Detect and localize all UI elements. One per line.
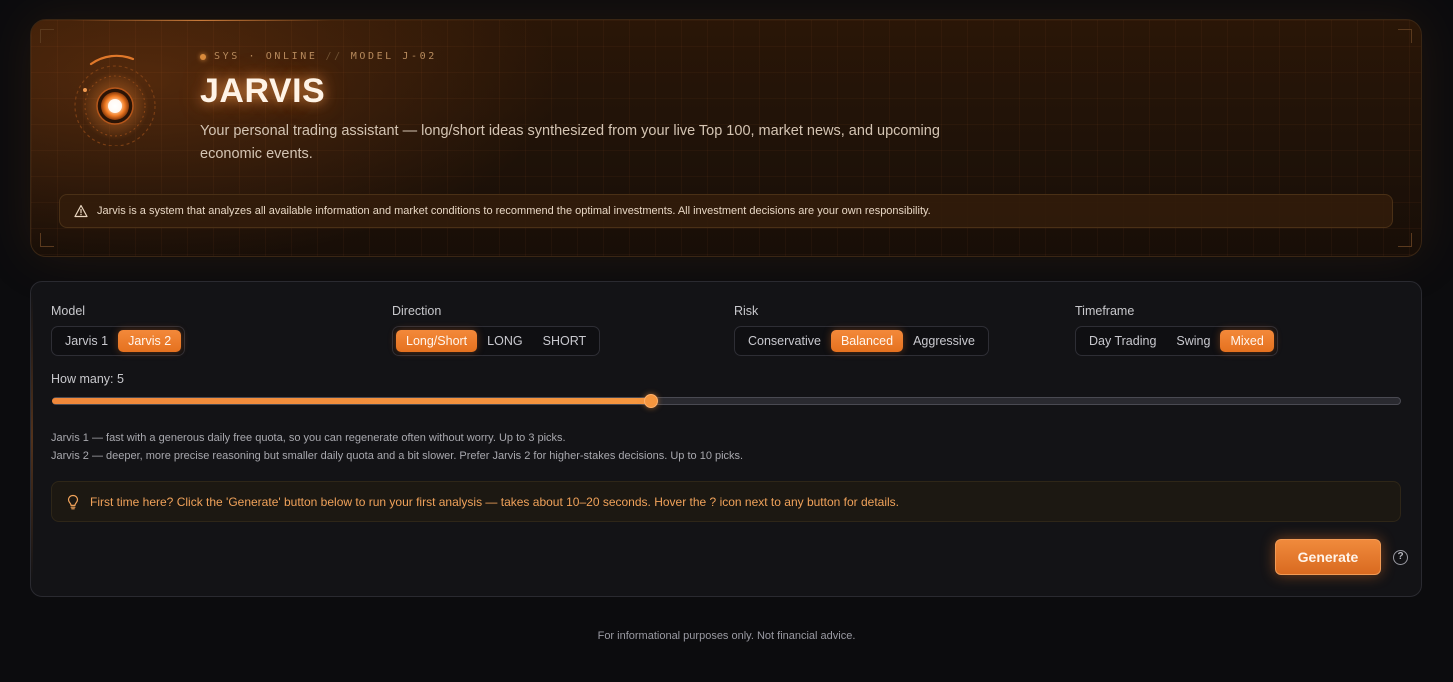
model-group: Model Jarvis 1 Jarvis 2 bbox=[51, 304, 186, 356]
timeframe-option-swing[interactable]: Swing bbox=[1166, 330, 1220, 352]
risk-option-aggressive[interactable]: Aggressive bbox=[903, 330, 985, 352]
page-title: JARVIS bbox=[200, 72, 326, 110]
timeframe-option-mixed[interactable]: Mixed bbox=[1220, 330, 1274, 352]
control-panel: Model Jarvis 1 Jarvis 2 Direction Long/S… bbox=[30, 281, 1422, 597]
slider-thumb[interactable] bbox=[644, 394, 659, 408]
risk-group: Risk Conservative Balanced Aggressive bbox=[734, 304, 989, 356]
risk-option-balanced[interactable]: Balanced bbox=[830, 330, 904, 352]
reactor-orb-icon bbox=[61, 50, 157, 146]
risk-selector: Conservative Balanced Aggressive bbox=[734, 326, 989, 356]
slider-fill bbox=[52, 398, 652, 404]
note-jarvis-2: Jarvis 2 — deeper, more precise reasonin… bbox=[51, 450, 744, 462]
direction-option-long-short[interactable]: Long/Short bbox=[396, 330, 478, 352]
direction-option-short[interactable]: SHORT bbox=[533, 330, 597, 352]
panel-edge-glow bbox=[31, 292, 33, 582]
model-label: Model bbox=[51, 304, 86, 318]
system-status: SYS · ONLINE bbox=[214, 51, 318, 62]
model-tag: MODEL J-02 bbox=[350, 51, 437, 62]
tip-text: First time here? Click the 'Generate' bu… bbox=[90, 494, 900, 509]
disclaimer-banner: Jarvis is a system that analyzes all ava… bbox=[59, 194, 1393, 228]
generate-button[interactable]: Generate bbox=[1275, 539, 1381, 575]
direction-option-long[interactable]: LONG bbox=[477, 330, 532, 352]
direction-group: Direction Long/Short LONG SHORT bbox=[392, 304, 601, 356]
corner-bracket-bottom-left bbox=[40, 233, 54, 247]
page: SYS · ONLINE // MODEL J-02 JARVIS Your p… bbox=[0, 0, 1453, 682]
hero-description: Your personal trading assistant — long/s… bbox=[200, 123, 940, 162]
disclaimer-text: Jarvis is a system that analyzes all ava… bbox=[97, 205, 931, 217]
corner-bracket-bottom-right bbox=[1398, 233, 1412, 247]
timeframe-selector: Day Trading Swing Mixed bbox=[1075, 326, 1278, 356]
help-icon[interactable]: ? bbox=[1393, 550, 1408, 565]
direction-label: Direction bbox=[392, 304, 442, 318]
corner-bracket-top-right bbox=[1398, 29, 1412, 43]
status-separator: // bbox=[325, 51, 343, 62]
footer-disclaimer: For informational purposes only. Not fin… bbox=[597, 630, 856, 642]
system-status-line: SYS · ONLINE // MODEL J-02 bbox=[200, 51, 437, 62]
risk-label: Risk bbox=[734, 304, 759, 318]
model-selector: Jarvis 1 Jarvis 2 bbox=[51, 326, 186, 356]
lightbulb-icon bbox=[67, 494, 79, 509]
model-option-jarvis-2[interactable]: Jarvis 2 bbox=[118, 330, 182, 352]
model-option-jarvis-1[interactable]: Jarvis 1 bbox=[55, 330, 118, 352]
risk-option-conservative[interactable]: Conservative bbox=[738, 330, 831, 352]
corner-bracket-top-left bbox=[40, 29, 54, 43]
timeframe-label: Timeframe bbox=[1075, 304, 1135, 318]
warning-triangle-icon bbox=[74, 204, 88, 218]
onboarding-tip: First time here? Click the 'Generate' bu… bbox=[51, 481, 1401, 522]
status-dot-icon bbox=[200, 53, 206, 60]
note-jarvis-1: Jarvis 1 — fast with a generous daily fr… bbox=[51, 432, 566, 444]
hero-top-highlight bbox=[71, 20, 331, 21]
direction-selector: Long/Short LONG SHORT bbox=[392, 326, 601, 356]
model-notes: Jarvis 1 — fast with a generous daily fr… bbox=[51, 429, 743, 465]
hero-banner: SYS · ONLINE // MODEL J-02 JARVIS Your p… bbox=[30, 19, 1422, 257]
timeframe-group: Timeframe Day Trading Swing Mixed bbox=[1075, 304, 1278, 356]
how-many-slider[interactable] bbox=[52, 394, 1401, 408]
how-many-label: How many: 5 bbox=[51, 372, 124, 386]
timeframe-option-day-trading[interactable]: Day Trading bbox=[1079, 330, 1166, 352]
